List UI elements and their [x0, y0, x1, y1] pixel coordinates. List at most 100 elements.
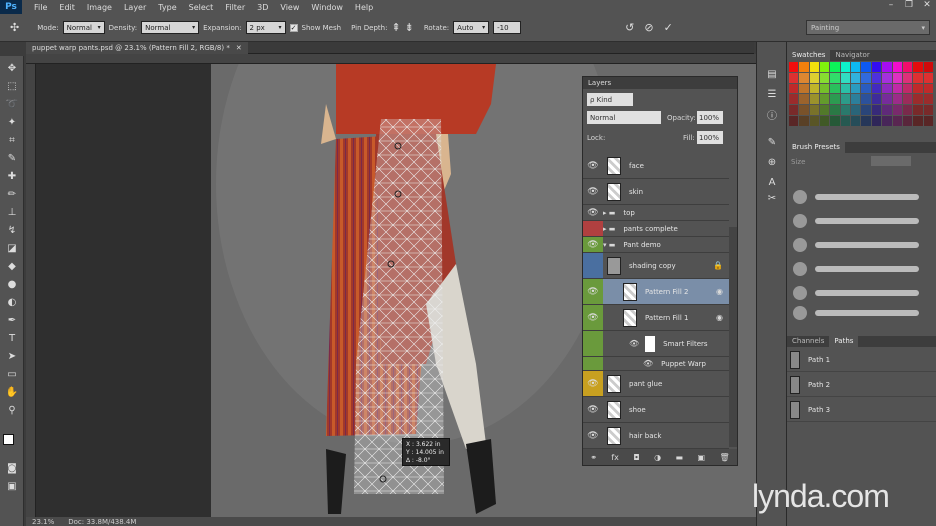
- menu-select[interactable]: Select: [183, 3, 220, 12]
- color-swatch[interactable]: [861, 105, 871, 116]
- pen-tool-icon[interactable]: ✒: [4, 312, 20, 328]
- properties-icon[interactable]: ☰: [763, 86, 781, 102]
- color-swatch[interactable]: [809, 94, 820, 105]
- color-swatch[interactable]: [923, 62, 933, 72]
- layer-row-smart-filters[interactable]: 👁 Smart Filters: [583, 331, 729, 357]
- marquee-tool-icon[interactable]: ⬚: [4, 78, 20, 94]
- fill-input[interactable]: 100%: [697, 131, 723, 144]
- foreground-color-swatch[interactable]: [3, 434, 14, 445]
- color-swatch[interactable]: [799, 72, 809, 83]
- color-swatch[interactable]: [809, 105, 820, 116]
- color-swatch[interactable]: [840, 62, 851, 72]
- clone-source-icon[interactable]: ⊕: [763, 154, 781, 170]
- new-group-icon[interactable]: ▬: [676, 453, 684, 462]
- layer-group-pants-complete[interactable]: ▸ ▬ pants complete: [583, 221, 729, 237]
- color-swatch[interactable]: [809, 83, 820, 94]
- menu-image[interactable]: Image: [81, 3, 118, 12]
- quick-select-tool-icon[interactable]: ✦: [4, 114, 20, 130]
- color-swatch[interactable]: [840, 83, 851, 94]
- path-row[interactable]: Path 2: [787, 373, 936, 397]
- color-swatch[interactable]: [840, 105, 851, 116]
- swatch-grid[interactable]: [789, 62, 933, 126]
- zoom-level[interactable]: 23.1%: [32, 518, 54, 526]
- color-swatch[interactable]: [892, 116, 902, 126]
- color-swatch[interactable]: [789, 62, 799, 72]
- close-tab-icon[interactable]: ✕: [236, 44, 242, 52]
- menu-type[interactable]: Type: [152, 3, 182, 12]
- commit-transform-icon[interactable]: ✓: [664, 21, 673, 34]
- color-swatch[interactable]: [830, 62, 840, 72]
- eyedropper-tool-icon[interactable]: ✎: [4, 150, 20, 166]
- color-swatch[interactable]: [882, 62, 892, 72]
- menu-view[interactable]: View: [274, 3, 305, 12]
- color-swatch[interactable]: [809, 72, 820, 83]
- new-layer-icon[interactable]: ▣: [698, 453, 706, 462]
- color-swatch[interactable]: [923, 83, 933, 94]
- brush-preset[interactable]: [793, 286, 925, 300]
- fx-icon[interactable]: fx: [611, 453, 619, 462]
- color-swatch[interactable]: [913, 116, 923, 126]
- color-swatch[interactable]: [789, 94, 799, 105]
- layer-row-face[interactable]: 👁 face: [583, 153, 729, 179]
- color-swatch[interactable]: [799, 105, 809, 116]
- color-swatch[interactable]: [892, 105, 902, 116]
- close-icon[interactable]: ✕: [918, 0, 936, 14]
- menu-layer[interactable]: Layer: [118, 3, 152, 12]
- color-swatch[interactable]: [892, 62, 902, 72]
- color-swatch[interactable]: [882, 105, 892, 116]
- menu-filter[interactable]: Filter: [219, 3, 251, 12]
- maximize-icon[interactable]: ❐: [900, 0, 918, 14]
- path-select-tool-icon[interactable]: ➤: [4, 348, 20, 364]
- adjustment-layer-icon[interactable]: ◑: [654, 453, 661, 462]
- color-swatch[interactable]: [861, 94, 871, 105]
- move-tool-icon[interactable]: ✥: [4, 60, 20, 76]
- tab-channels[interactable]: Channels: [787, 336, 829, 347]
- eye-icon[interactable]: 👁: [583, 179, 603, 204]
- color-swatch[interactable]: [840, 94, 851, 105]
- color-swatch[interactable]: [871, 116, 882, 126]
- trash-icon[interactable]: 🗑: [720, 453, 730, 462]
- expansion-input[interactable]: 2 px ▾: [245, 21, 286, 34]
- brush-preset[interactable]: [793, 238, 925, 252]
- brush-preset[interactable]: [793, 306, 925, 320]
- brush-preset[interactable]: [793, 214, 925, 228]
- shape-tool-icon[interactable]: ▭: [4, 366, 20, 382]
- eye-icon[interactable]: [583, 253, 603, 278]
- path-row[interactable]: Path 3: [787, 398, 936, 422]
- color-swatch[interactable]: [913, 94, 923, 105]
- color-swatch[interactable]: [913, 105, 923, 116]
- color-swatch[interactable]: [902, 105, 913, 116]
- eye-icon[interactable]: 👁: [583, 397, 603, 422]
- brush-preset[interactable]: [793, 262, 925, 276]
- layers-scrollbar[interactable]: [729, 227, 737, 447]
- color-swatch[interactable]: [902, 83, 913, 94]
- color-swatch[interactable]: [892, 83, 902, 94]
- color-swatch[interactable]: [809, 62, 820, 72]
- layer-row-pattern-fill-2[interactable]: 👁 Pattern Fill 2 ◉: [583, 279, 729, 305]
- color-swatch[interactable]: [789, 116, 799, 126]
- menu-edit[interactable]: Edit: [53, 3, 81, 12]
- color-swatch[interactable]: [871, 83, 882, 94]
- healing-brush-tool-icon[interactable]: ✚: [4, 168, 20, 184]
- menu-file[interactable]: File: [28, 3, 53, 12]
- layer-row-pant-glue[interactable]: 👁 pant glue: [583, 371, 729, 397]
- color-swatch[interactable]: [830, 94, 840, 105]
- color-swatch[interactable]: [923, 72, 933, 83]
- quick-mask-icon[interactable]: ◙: [4, 460, 20, 476]
- color-swatch[interactable]: [789, 72, 799, 83]
- color-swatch[interactable]: [913, 83, 923, 94]
- color-swatch[interactable]: [820, 72, 830, 83]
- eye-icon[interactable]: 👁: [583, 279, 603, 304]
- menu-help[interactable]: Help: [349, 3, 379, 12]
- screen-mode-icon[interactable]: ▣: [4, 478, 20, 494]
- cancel-transform-icon[interactable]: ⊘: [644, 21, 653, 34]
- color-swatch[interactable]: [851, 116, 861, 126]
- eye-icon[interactable]: 👁: [583, 305, 603, 330]
- color-swatch[interactable]: [923, 116, 933, 126]
- lasso-tool-icon[interactable]: ➰: [4, 96, 20, 112]
- layer-group-pant-demo[interactable]: 👁 ▾ ▬ Pant demo: [583, 237, 729, 253]
- color-swatch[interactable]: [913, 62, 923, 72]
- layer-row-puppet-warp[interactable]: 👁 Puppet Warp: [583, 357, 729, 371]
- color-swatch[interactable]: [809, 116, 820, 126]
- document-tab[interactable]: puppet warp pants.psd @ 23.1% (Pattern F…: [26, 42, 248, 54]
